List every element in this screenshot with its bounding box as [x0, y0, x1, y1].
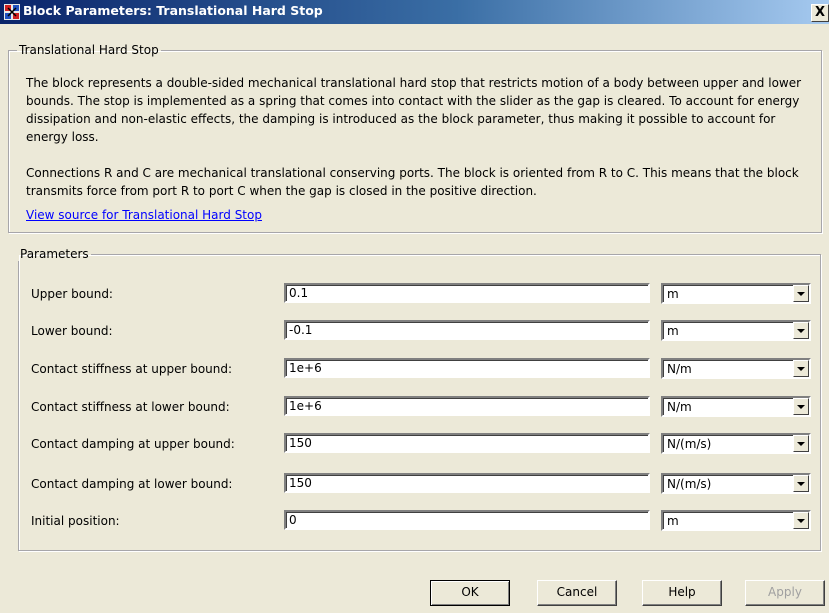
description-paragraph-2: Connections R and C are mechanical trans… — [26, 166, 799, 198]
upper-stiffness-input[interactable] — [284, 358, 650, 378]
initial-position-input[interactable] — [284, 510, 650, 530]
simulink-block-icon — [4, 4, 20, 20]
lower-stiffness-unit-select[interactable]: N/m — [661, 396, 811, 417]
upper-bound-label: Upper bound: — [31, 287, 113, 301]
upper-damping-unit-select[interactable]: N/(m/s) — [661, 433, 811, 454]
view-source-link[interactable]: View source for Translational Hard Stop — [26, 208, 262, 222]
lower-bound-unit-select[interactable]: m — [661, 320, 811, 341]
chevron-down-icon[interactable] — [793, 475, 809, 492]
close-button[interactable]: X — [811, 4, 829, 22]
initial-position-unit-select[interactable]: m — [661, 510, 811, 531]
upper-stiffness-unit-value: N/m — [667, 362, 692, 376]
lower-stiffness-label: Contact stiffness at lower bound: — [31, 400, 230, 414]
upper-bound-unit-select[interactable]: m — [661, 283, 811, 304]
ok-button[interactable]: OK — [430, 580, 510, 606]
lower-damping-unit-value: N/(m/s) — [667, 477, 712, 491]
lower-damping-label: Contact damping at lower bound: — [31, 477, 233, 491]
chevron-down-icon[interactable] — [793, 360, 809, 377]
lower-damping-unit-select[interactable]: N/(m/s) — [661, 473, 811, 494]
lower-bound-input[interactable] — [284, 320, 650, 340]
upper-damping-unit-value: N/(m/s) — [667, 437, 712, 451]
lower-bound-unit-value: m — [667, 324, 679, 338]
upper-bound-unit-value: m — [667, 287, 679, 301]
cancel-button[interactable]: Cancel — [537, 580, 617, 606]
title-bar[interactable]: Block Parameters: Translational Hard Sto… — [0, 0, 829, 24]
upper-stiffness-label: Contact stiffness at upper bound: — [31, 362, 233, 376]
initial-position-label: Initial position: — [31, 514, 120, 528]
upper-damping-label: Contact damping at upper bound: — [31, 437, 235, 451]
initial-position-unit-value: m — [667, 514, 679, 528]
chevron-down-icon[interactable] — [793, 512, 809, 529]
lower-stiffness-input[interactable] — [284, 396, 650, 416]
chevron-down-icon[interactable] — [793, 398, 809, 415]
chevron-down-icon[interactable] — [793, 322, 809, 339]
lower-bound-label: Lower bound: — [31, 324, 113, 338]
description-paragraph-1: The block represents a double-sided mech… — [26, 76, 802, 144]
upper-bound-input[interactable] — [284, 283, 650, 303]
close-icon: X — [814, 5, 826, 20]
lower-damping-input[interactable] — [284, 473, 650, 493]
window-title: Block Parameters: Translational Hard Sto… — [23, 3, 323, 18]
parameters-group-label: Parameters — [20, 247, 89, 261]
description-group-label: Translational Hard Stop — [19, 43, 159, 57]
help-button[interactable]: Help — [642, 580, 722, 606]
chevron-down-icon[interactable] — [793, 435, 809, 452]
upper-damping-input[interactable] — [284, 433, 650, 453]
chevron-down-icon[interactable] — [793, 285, 809, 302]
apply-button[interactable]: Apply — [745, 580, 825, 606]
upper-stiffness-unit-select[interactable]: N/m — [661, 358, 811, 379]
lower-stiffness-unit-value: N/m — [667, 400, 692, 414]
